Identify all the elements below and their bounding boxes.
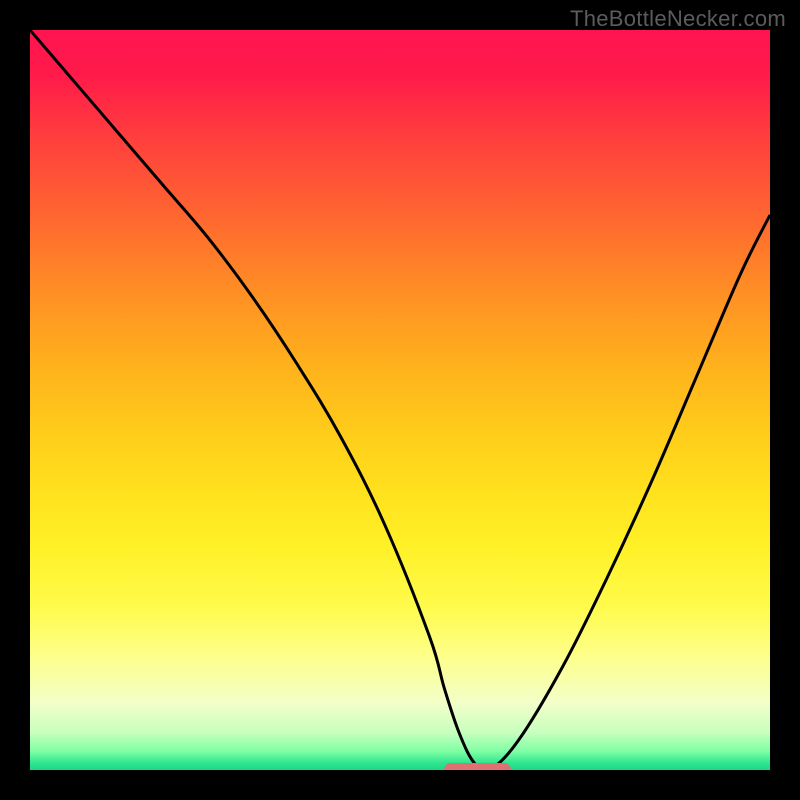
- watermark-text: TheBottleNecker.com: [570, 6, 786, 32]
- optimal-range-marker: [444, 763, 511, 770]
- chart-frame: TheBottleNecker.com: [0, 0, 800, 800]
- plot-area: [30, 30, 770, 770]
- curve-path: [30, 30, 770, 770]
- bottleneck-curve: [30, 30, 770, 770]
